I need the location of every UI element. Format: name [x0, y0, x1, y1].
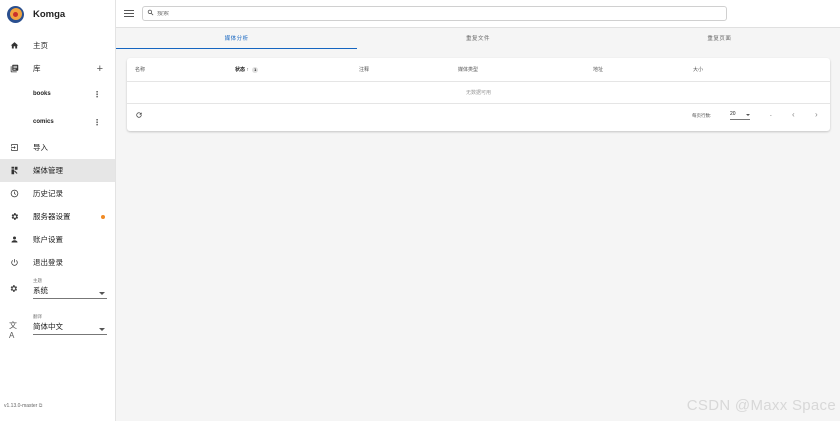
library-label-comics: comics — [33, 119, 54, 125]
language-selector: 文A 翻译 简体中文 — [0, 314, 115, 346]
app-name: Komga — [33, 8, 66, 20]
kebab-menu-icon[interactable]: ⋮ — [93, 90, 101, 99]
external-link-icon: ⧉ — [38, 403, 43, 409]
column-header-status[interactable]: 状态 ↑ 1 — [235, 66, 259, 73]
column-header-size[interactable]: 大小 — [693, 66, 703, 73]
library-icon — [9, 64, 19, 74]
library-label-books: books — [33, 91, 51, 97]
top-app-bar — [116, 0, 840, 28]
theme-selector: 主题 系统 — [0, 278, 115, 310]
rows-per-page-label: 每页行数: — [692, 113, 712, 118]
home-icon — [9, 41, 19, 51]
nav-list: 主页 库 + books ⋮ comics ⋮ 导入 媒体管理 历史记录 服务器… — [0, 34, 115, 274]
nav-label-account-settings: 账户设置 — [33, 235, 63, 244]
hamburger-menu-icon[interactable] — [124, 9, 134, 18]
sort-arrow-icon: ↑ — [246, 67, 249, 73]
column-header-comment[interactable]: 注释 — [359, 66, 369, 73]
nav-item-home[interactable]: 主页 — [0, 34, 115, 57]
history-clock-icon — [9, 189, 19, 199]
chevron-down-icon — [99, 328, 105, 331]
nav-item-server-settings[interactable]: 服务器设置 — [0, 205, 115, 228]
gear-icon — [9, 212, 19, 222]
nav-item-account-settings[interactable]: 账户设置 — [0, 228, 115, 251]
search-box[interactable] — [142, 6, 727, 21]
add-library-icon[interactable]: + — [97, 63, 103, 75]
version-link[interactable]: v1.13.0-master ⧉ — [4, 403, 42, 409]
refresh-icon[interactable] — [135, 111, 143, 121]
pagination-range: - — [770, 113, 772, 119]
rows-per-page-select[interactable]: 20 — [730, 111, 750, 120]
column-header-url[interactable]: 地址 — [593, 66, 603, 73]
notification-dot — [101, 214, 105, 219]
next-page-icon[interactable]: › — [815, 110, 818, 119]
version-text: v1.13.0-master — [4, 403, 38, 409]
language-value: 简体中文 — [33, 322, 63, 331]
nav-label-server-settings: 服务器设置 — [33, 212, 71, 221]
nav-item-logout[interactable]: 退出登录 — [0, 251, 115, 274]
tab-media-analysis[interactable]: 媒体分析 — [116, 29, 358, 49]
sort-order-badge: 1 — [252, 67, 259, 73]
column-header-name[interactable]: 名称 — [135, 66, 145, 73]
theme-value: 系统 — [33, 286, 48, 295]
nav-item-libraries[interactable]: 库 + — [0, 57, 115, 80]
nav-label-import: 导入 — [33, 143, 48, 152]
sidebar: Komga 主页 库 + books ⋮ comics ⋮ 导入 媒体管理 历史… — [0, 0, 116, 421]
nav-label-libraries: 库 — [33, 64, 41, 73]
table-footer: 每页行数: 20 - ‹ › — [127, 104, 830, 130]
watermark: CSDN @Maxx Space — [686, 397, 836, 414]
kebab-menu-icon[interactable]: ⋮ — [93, 118, 101, 127]
power-icon — [9, 258, 19, 268]
person-icon — [9, 235, 19, 245]
empty-state-text: 无数据可用 — [127, 82, 830, 104]
nav-label-media-management: 媒体管理 — [33, 166, 63, 175]
column-header-status-label: 状态 — [235, 67, 246, 73]
theme-gear-icon — [9, 284, 19, 294]
nav-item-history[interactable]: 历史记录 — [0, 182, 115, 205]
tab-bar: 媒体分析 重复文件 重复页面 — [116, 29, 840, 49]
library-item-books[interactable]: books ⋮ — [0, 80, 115, 108]
tab-duplicate-pages[interactable]: 重复页面 — [599, 29, 840, 49]
translate-icon: 文A — [9, 321, 17, 340]
media-management-icon — [9, 166, 19, 176]
tab-duplicate-files[interactable]: 重复文件 — [357, 29, 598, 49]
search-icon — [147, 9, 154, 18]
nav-item-media-management[interactable]: 媒体管理 — [0, 159, 115, 182]
language-caption: 翻译 — [33, 314, 42, 319]
nav-item-import[interactable]: 导入 — [0, 136, 115, 159]
prev-page-icon[interactable]: ‹ — [792, 110, 795, 119]
search-input[interactable] — [157, 10, 717, 17]
theme-select[interactable]: 主题 系统 — [33, 278, 107, 299]
nav-label-home: 主页 — [33, 41, 48, 50]
import-icon — [9, 143, 19, 153]
library-item-comics[interactable]: comics ⋮ — [0, 108, 115, 136]
nav-label-history: 历史记录 — [33, 189, 63, 198]
komga-logo — [7, 5, 24, 23]
language-select[interactable]: 翻译 简体中文 — [33, 314, 107, 335]
chevron-down-icon — [746, 114, 750, 116]
rows-per-page-value: 20 — [730, 111, 736, 117]
chevron-down-icon — [99, 292, 105, 295]
nav-label-logout: 退出登录 — [33, 258, 63, 267]
theme-caption: 主题 — [33, 278, 42, 283]
brand[interactable]: Komga — [0, 0, 115, 28]
column-header-media-type[interactable]: 媒体类型 — [458, 66, 478, 73]
table-header: 名称 状态 ↑ 1 注释 媒体类型 地址 大小 — [127, 58, 830, 82]
media-table-card: 名称 状态 ↑ 1 注释 媒体类型 地址 大小 无数据可用 每页行数: 20 -… — [127, 58, 830, 131]
